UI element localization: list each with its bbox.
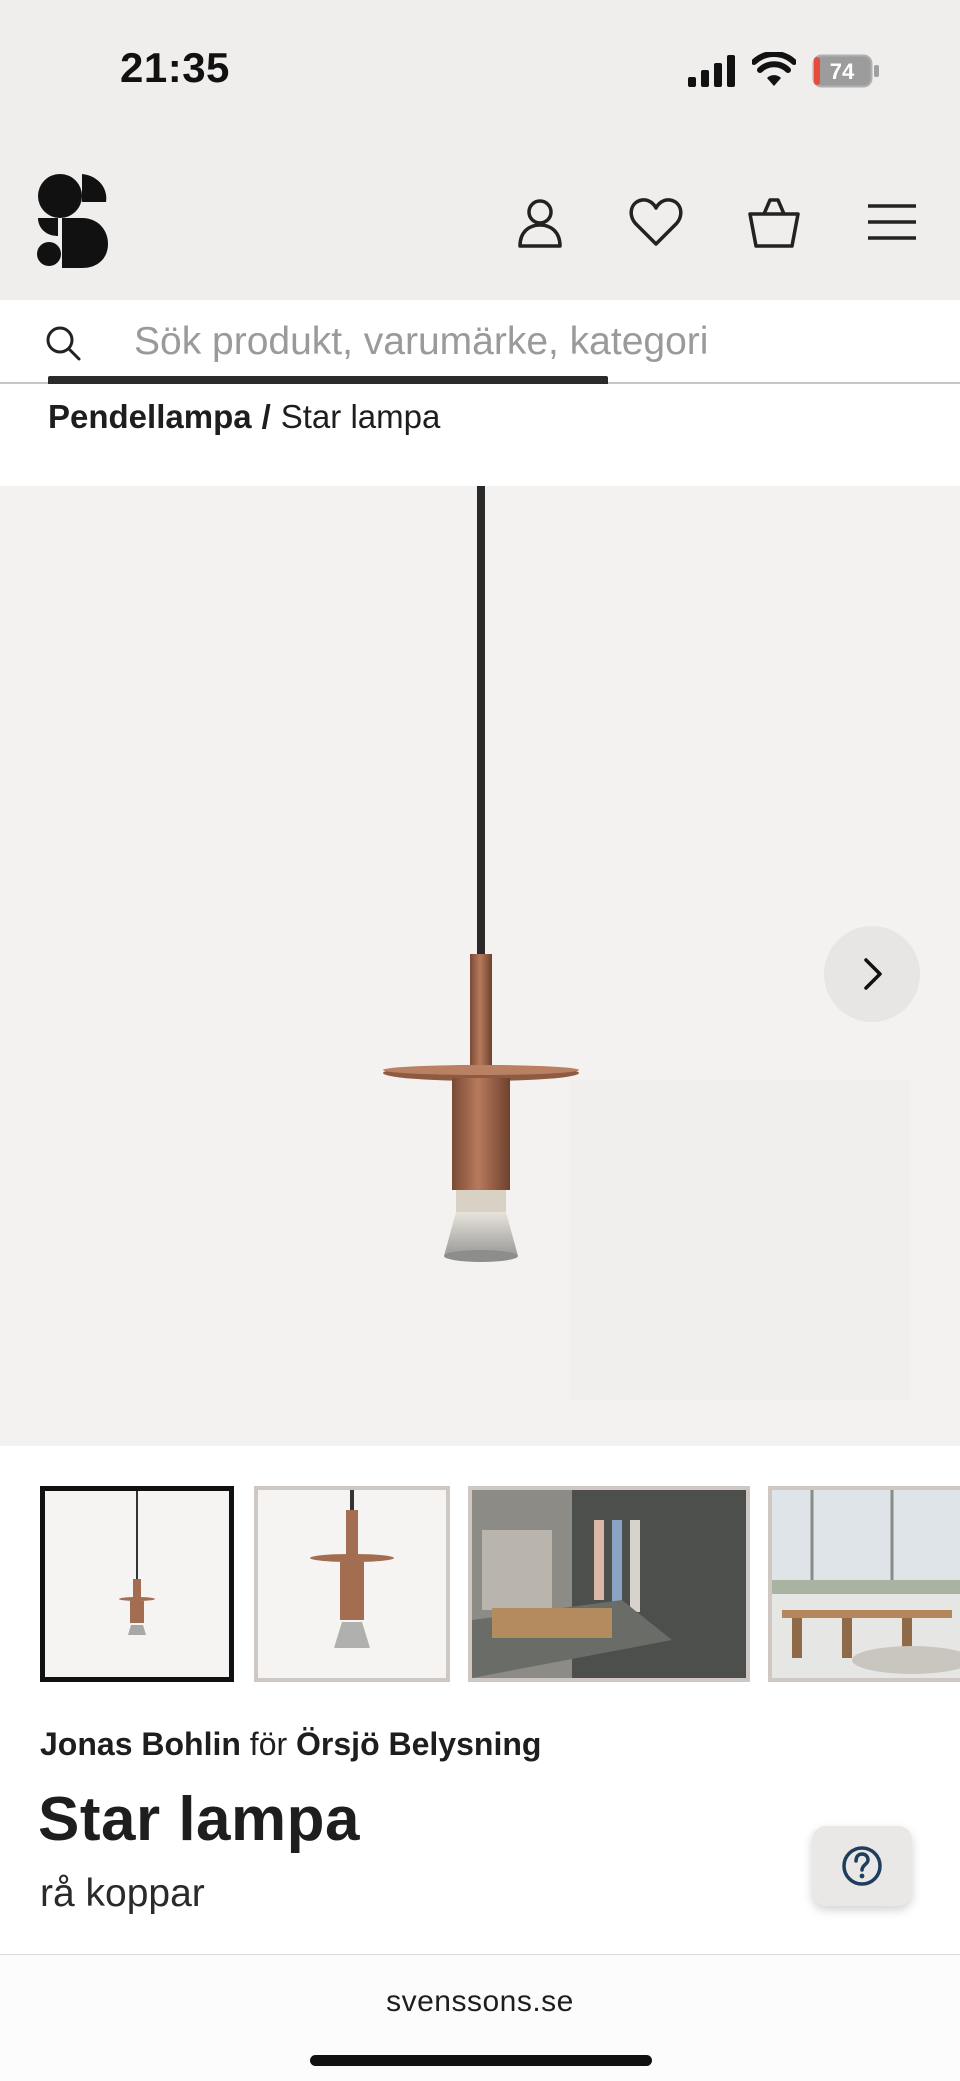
gallery-thumbnails [0, 1486, 960, 1682]
brand-connector: för [249, 1726, 288, 1762]
product-page: 21:35 74 Sök produkt, varumärke, kategor… [0, 0, 960, 2081]
home-indicator[interactable] [310, 2055, 652, 2066]
search-icon[interactable] [44, 324, 82, 362]
designer-link[interactable]: Jonas Bohlin [40, 1726, 241, 1762]
wifi-icon [752, 52, 796, 86]
thumbnail-2[interactable] [254, 1486, 450, 1682]
shopping-bag-icon[interactable] [746, 194, 802, 250]
product-image-backdrop [570, 1080, 910, 1400]
wishlist-heart-icon[interactable] [628, 194, 684, 250]
browser-url[interactable]: svenssons.se [0, 1985, 960, 2019]
help-question-icon [842, 1846, 882, 1886]
menu-hamburger-icon[interactable] [864, 194, 920, 250]
breadcrumb: Pendellampa / Star lampa [48, 398, 440, 436]
status-time: 21:35 [120, 44, 230, 91]
breadcrumb-overflow [48, 362, 608, 384]
product-brand-line: Jonas Bohlin för Örsjö Belysning [40, 1726, 541, 1763]
battery-icon: 74 [812, 54, 879, 88]
product-variant: rå koppar [40, 1872, 205, 1915]
thumbnail-1[interactable] [40, 1486, 234, 1682]
brand-link[interactable]: Örsjö Belysning [296, 1726, 541, 1762]
battery-level: 74 [830, 59, 855, 84]
breadcrumb-current: Star lampa [280, 398, 441, 435]
pendant-lamp-image [383, 486, 579, 1262]
site-header [0, 150, 960, 300]
chevron-right-icon [864, 958, 882, 990]
thumbnail-4[interactable] [768, 1486, 960, 1682]
product-title: Star lampa [38, 1785, 361, 1854]
thumbnail-3[interactable] [468, 1486, 750, 1682]
help-button[interactable] [812, 1826, 912, 1906]
status-bar: 21:35 74 [0, 0, 960, 150]
svenssons-logo[interactable] [36, 172, 108, 270]
gallery-next-button[interactable] [824, 926, 920, 1022]
signal-icon [688, 55, 735, 87]
account-icon[interactable] [512, 194, 568, 250]
browser-address-bar[interactable]: svenssons.se [0, 1954, 960, 2081]
breadcrumb-separator: / [261, 398, 271, 435]
breadcrumb-category-link[interactable]: Pendellampa [48, 398, 252, 435]
